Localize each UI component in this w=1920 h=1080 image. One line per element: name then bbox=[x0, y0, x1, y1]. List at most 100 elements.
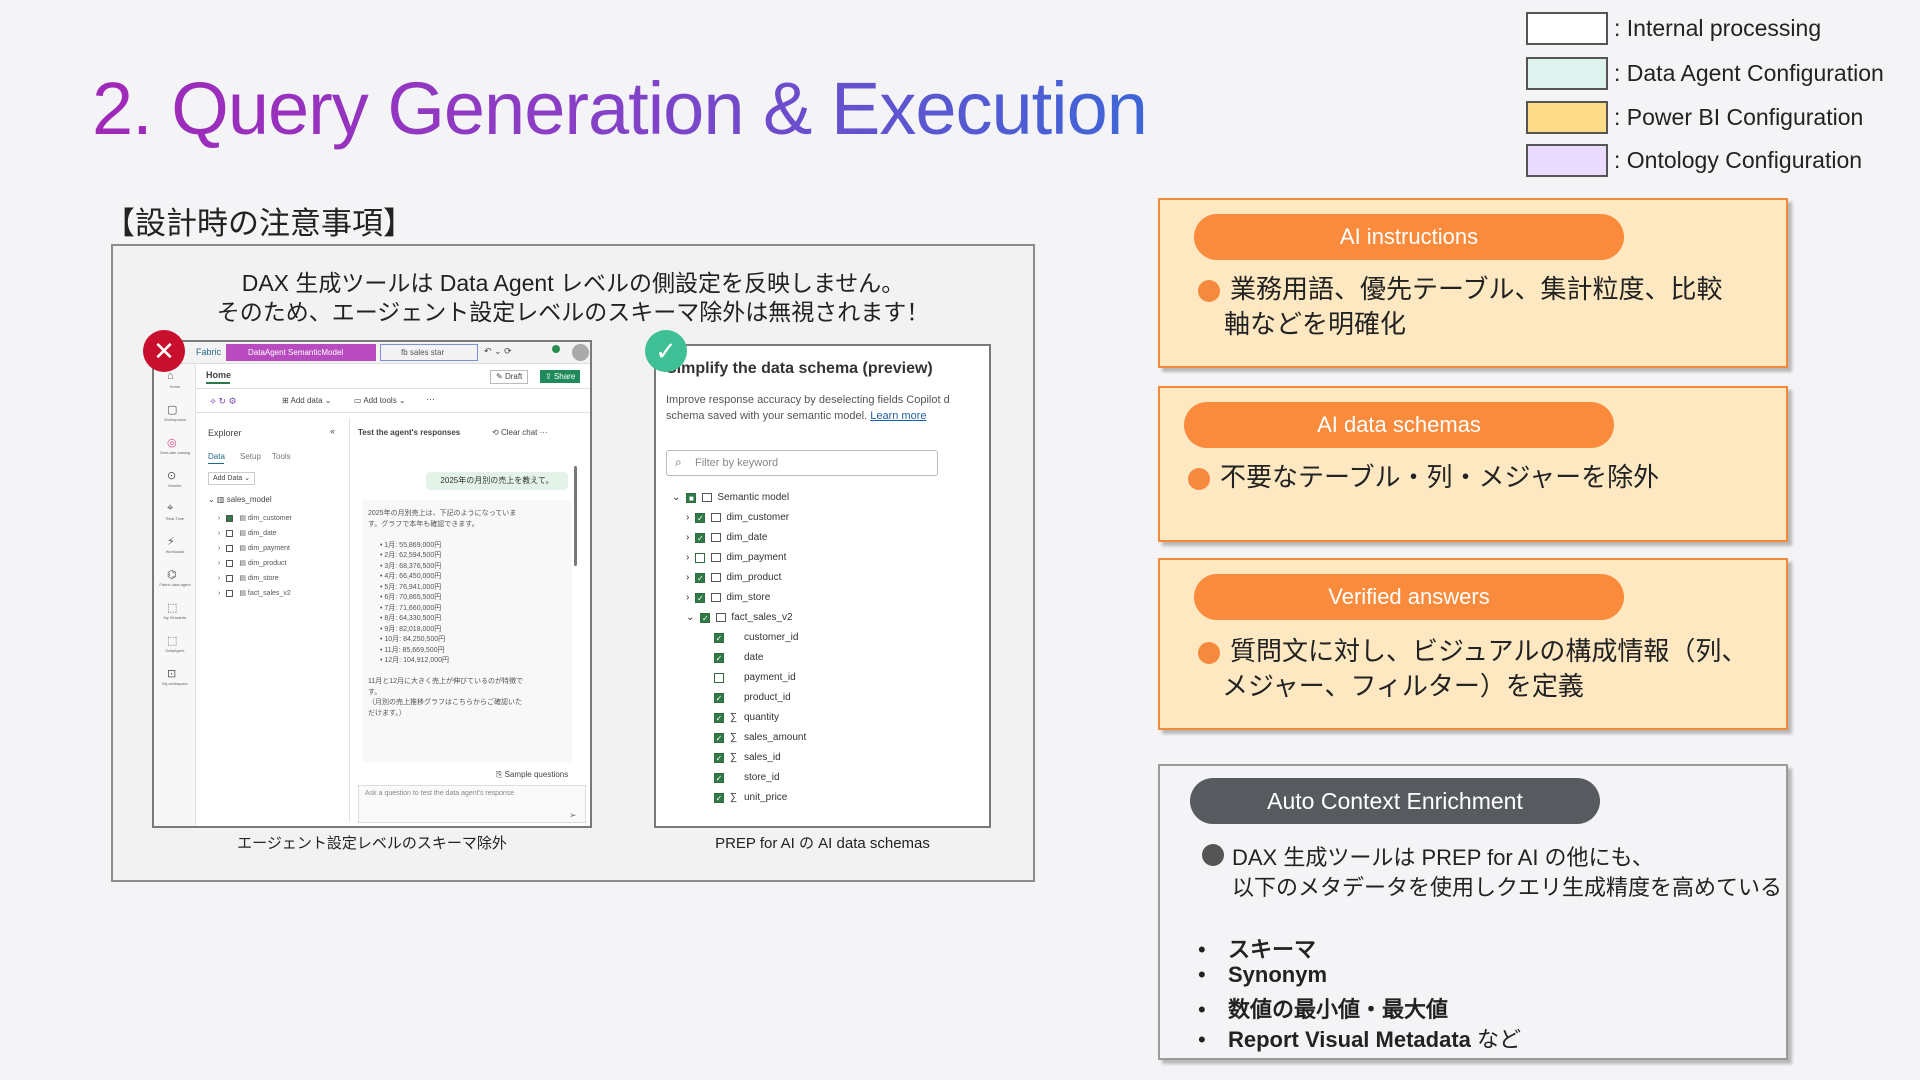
ask-input[interactable]: Ask a question to test the data agent's … bbox=[358, 785, 586, 823]
checkbox[interactable] bbox=[695, 552, 706, 563]
add-tools-button[interactable]: ▭ Add tools ⌄ bbox=[354, 396, 406, 405]
toolbar-icons[interactable]: ⟡ ↻ ⚙ bbox=[210, 396, 237, 407]
add-data-button[interactable]: ⊞ Add data ⌄ bbox=[282, 396, 331, 405]
checkbox[interactable] bbox=[226, 529, 234, 537]
checkbox[interactable]: ✓ bbox=[695, 592, 706, 603]
schema-column-row[interactable]: payment_id bbox=[714, 672, 796, 683]
rail-icon[interactable]: ▢ bbox=[167, 403, 177, 416]
send-icon[interactable]: ➢ bbox=[569, 810, 577, 821]
checkbox[interactable] bbox=[226, 514, 234, 522]
tree-item[interactable]: › ▤ dim_payment bbox=[218, 544, 290, 552]
schema-table-label: dim_product bbox=[726, 572, 782, 583]
checkbox[interactable]: ✓ bbox=[714, 792, 724, 803]
checkbox[interactable]: ✓ bbox=[714, 652, 724, 663]
tab-sales-star[interactable]: fb sales star bbox=[380, 344, 478, 361]
more-icon[interactable]: ··· bbox=[426, 394, 435, 404]
tab-tools[interactable]: Tools bbox=[272, 452, 291, 461]
tree-item[interactable]: › ▤ dim_product bbox=[218, 559, 286, 567]
schema-table-row[interactable]: › ✓ dim_product bbox=[686, 572, 781, 583]
schema-column-row[interactable]: ✓ store_id bbox=[714, 772, 780, 783]
checkbox[interactable]: ✓ bbox=[700, 612, 711, 623]
schema-table-row[interactable]: › ✓ dim_date bbox=[686, 532, 767, 543]
schema-model-row[interactable]: ⌄ ■ Semantic model bbox=[672, 492, 789, 503]
checkbox[interactable]: ✓ bbox=[714, 712, 724, 723]
tree-item[interactable]: › ▤ dim_date bbox=[218, 529, 277, 537]
add-tools-label: Add tools bbox=[363, 396, 397, 405]
schema-column-row[interactable]: ✓ ∑ sales_amount bbox=[714, 732, 806, 743]
checkbox[interactable]: ✓ bbox=[714, 632, 724, 643]
rail-icon[interactable]: ⊡ bbox=[167, 667, 176, 680]
checkbox[interactable]: ✓ bbox=[695, 512, 706, 523]
schema-column-row[interactable]: ✓ product_id bbox=[714, 692, 791, 703]
schema-column-row[interactable]: ✓ date bbox=[714, 652, 763, 663]
rail-icon[interactable]: ⌖ bbox=[167, 502, 173, 515]
ai-instructions-card: AI instructions 業務用語、優先テーブル、集計粒度、比較 軸などを… bbox=[1158, 198, 1788, 368]
schema-table-row[interactable]: › ✓ dim_store bbox=[686, 592, 770, 603]
schema-column-row[interactable]: ✓ ∑ quantity bbox=[714, 712, 779, 723]
tab-setup[interactable]: Setup bbox=[240, 452, 261, 461]
tab-data[interactable]: Data bbox=[208, 452, 225, 461]
card-text: 質問文に対し、ビジュアルの構成情報（列、 bbox=[1230, 636, 1748, 666]
schema-table-row[interactable]: › dim_payment bbox=[686, 552, 786, 563]
rail-icon[interactable]: ⌬ bbox=[167, 568, 177, 581]
schema-table-row[interactable]: › ✓ dim_customer bbox=[686, 512, 789, 523]
rail-icon[interactable]: ⊙ bbox=[167, 469, 176, 482]
add-data-small-button[interactable]: Add Data ⌄ bbox=[208, 472, 255, 485]
checkbox[interactable] bbox=[714, 672, 724, 683]
rail-icon[interactable]: ⌂ bbox=[167, 370, 174, 382]
tree-item[interactable]: › ▤ fact_sales_v2 bbox=[218, 589, 291, 597]
rail-icon[interactable]: ⬚ bbox=[167, 601, 177, 614]
tree-item[interactable]: › ▤ dim_customer bbox=[218, 514, 292, 522]
schema-column-row[interactable]: ✓ ∑ sales_id bbox=[714, 752, 781, 763]
checkbox[interactable] bbox=[226, 544, 234, 552]
bullet-dot bbox=[1198, 280, 1220, 302]
chevron-right-icon: › bbox=[218, 589, 221, 597]
ace-item: • 数値の最小値・最大値 bbox=[1198, 997, 1449, 1022]
filter-input[interactable]: ⌕ Filter by keyword bbox=[666, 450, 938, 476]
sample-questions-button[interactable]: ⎘ Sample questions bbox=[496, 770, 568, 780]
collapse-icon[interactable]: « bbox=[330, 426, 335, 436]
legend-item: : Internal processing bbox=[1526, 12, 1821, 45]
draft-button[interactable]: ✎ Draft bbox=[490, 370, 529, 384]
schema-column-row[interactable]: ✓ ∑ unit_price bbox=[714, 792, 787, 803]
rail-label: DataAgent bbox=[165, 648, 185, 653]
share-button[interactable]: ⇪ Share bbox=[540, 370, 581, 383]
reply-line: 11月と12月に大きく売上が伸びているのが特徴で bbox=[368, 678, 524, 685]
schema-column-label: store_id bbox=[744, 772, 780, 783]
bullet-dot bbox=[1188, 468, 1210, 490]
ai-data-schemas-card: AI data schemas 不要なテーブル・列・メジャーを除外 bbox=[1158, 386, 1788, 542]
checkbox[interactable]: ✓ bbox=[695, 572, 706, 583]
checkbox[interactable]: ■ bbox=[686, 492, 697, 503]
card-text: 不要なテーブル・列・メジャーを除外 bbox=[1220, 462, 1660, 492]
fabric-left-rail: ⌂ Home ▢ Workspaces ◎ OneLake catalog ⊙ Monitor… bbox=[154, 364, 196, 826]
checkbox[interactable]: ✓ bbox=[714, 732, 724, 743]
card-text: 軸などを明確化 bbox=[1224, 309, 1407, 339]
schema-table-label: dim_store bbox=[726, 592, 771, 603]
rail-icon[interactable]: ⬚ bbox=[167, 634, 177, 647]
tree-root[interactable]: ⌄ ▥ sales_model bbox=[208, 495, 272, 504]
checkbox[interactable]: ✓ bbox=[714, 752, 724, 763]
schema-table-row[interactable]: ⌄ ✓ fact_sales_v2 bbox=[686, 612, 793, 623]
ace-item-label: Synonym bbox=[1228, 962, 1328, 987]
avatar[interactable] bbox=[572, 344, 589, 361]
legend-label: : Power BI Configuration bbox=[1614, 104, 1864, 130]
checkbox[interactable]: ✓ bbox=[714, 772, 724, 783]
ribbon-home-tab[interactable]: Home bbox=[206, 370, 231, 380]
checkbox[interactable] bbox=[226, 574, 234, 582]
tree-item[interactable]: › ▤ dim_store bbox=[218, 574, 279, 582]
legend-swatch bbox=[1526, 57, 1608, 90]
schema-column-label: payment_id bbox=[744, 672, 796, 683]
tab-dataagent[interactable]: DataAgent SemanticModel bbox=[226, 344, 376, 361]
clear-chat-button[interactable]: ⟲ Clear chat ··· bbox=[492, 428, 548, 437]
checkbox[interactable] bbox=[226, 589, 234, 597]
undo-icon[interactable]: ↶ ⌄ ⟳ bbox=[484, 346, 512, 357]
schema-column-row[interactable]: ✓ customer_id bbox=[714, 632, 798, 643]
rail-icon[interactable]: ⚡ bbox=[167, 535, 175, 548]
checkbox[interactable]: ✓ bbox=[714, 692, 724, 703]
legend-swatch bbox=[1526, 12, 1608, 45]
checkbox[interactable]: ✓ bbox=[695, 532, 706, 543]
checkbox[interactable] bbox=[226, 559, 234, 567]
rail-icon[interactable]: ◎ bbox=[167, 436, 177, 449]
learn-more-link[interactable]: Learn more bbox=[870, 410, 926, 422]
chat-scrollbar[interactable] bbox=[574, 466, 577, 566]
